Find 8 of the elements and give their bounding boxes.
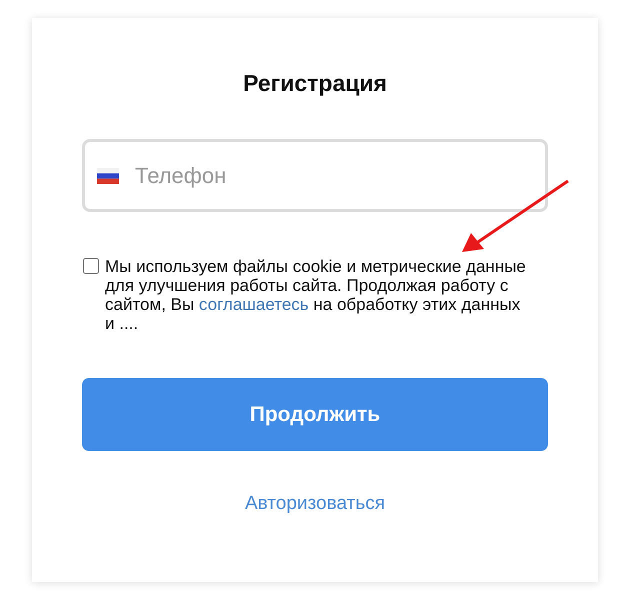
consent-text: Мы используем файлы cookie и метрические данные для улучшения работы сайта. Продолжая работу с сайтом, Вы соглашаетесь на обработку этих данных и ....	[105, 257, 527, 333]
flag-icon	[97, 168, 119, 184]
consent-checkbox[interactable]	[83, 258, 99, 274]
login-link[interactable]: Авторизоваться	[244, 493, 386, 515]
agreement-link[interactable]: соглашаетесь	[198, 295, 309, 314]
form-title: Регистрация	[242, 70, 388, 97]
continue-button[interactable]: Продолжить	[82, 378, 548, 451]
phone-field[interactable]: Телефон	[82, 139, 548, 212]
